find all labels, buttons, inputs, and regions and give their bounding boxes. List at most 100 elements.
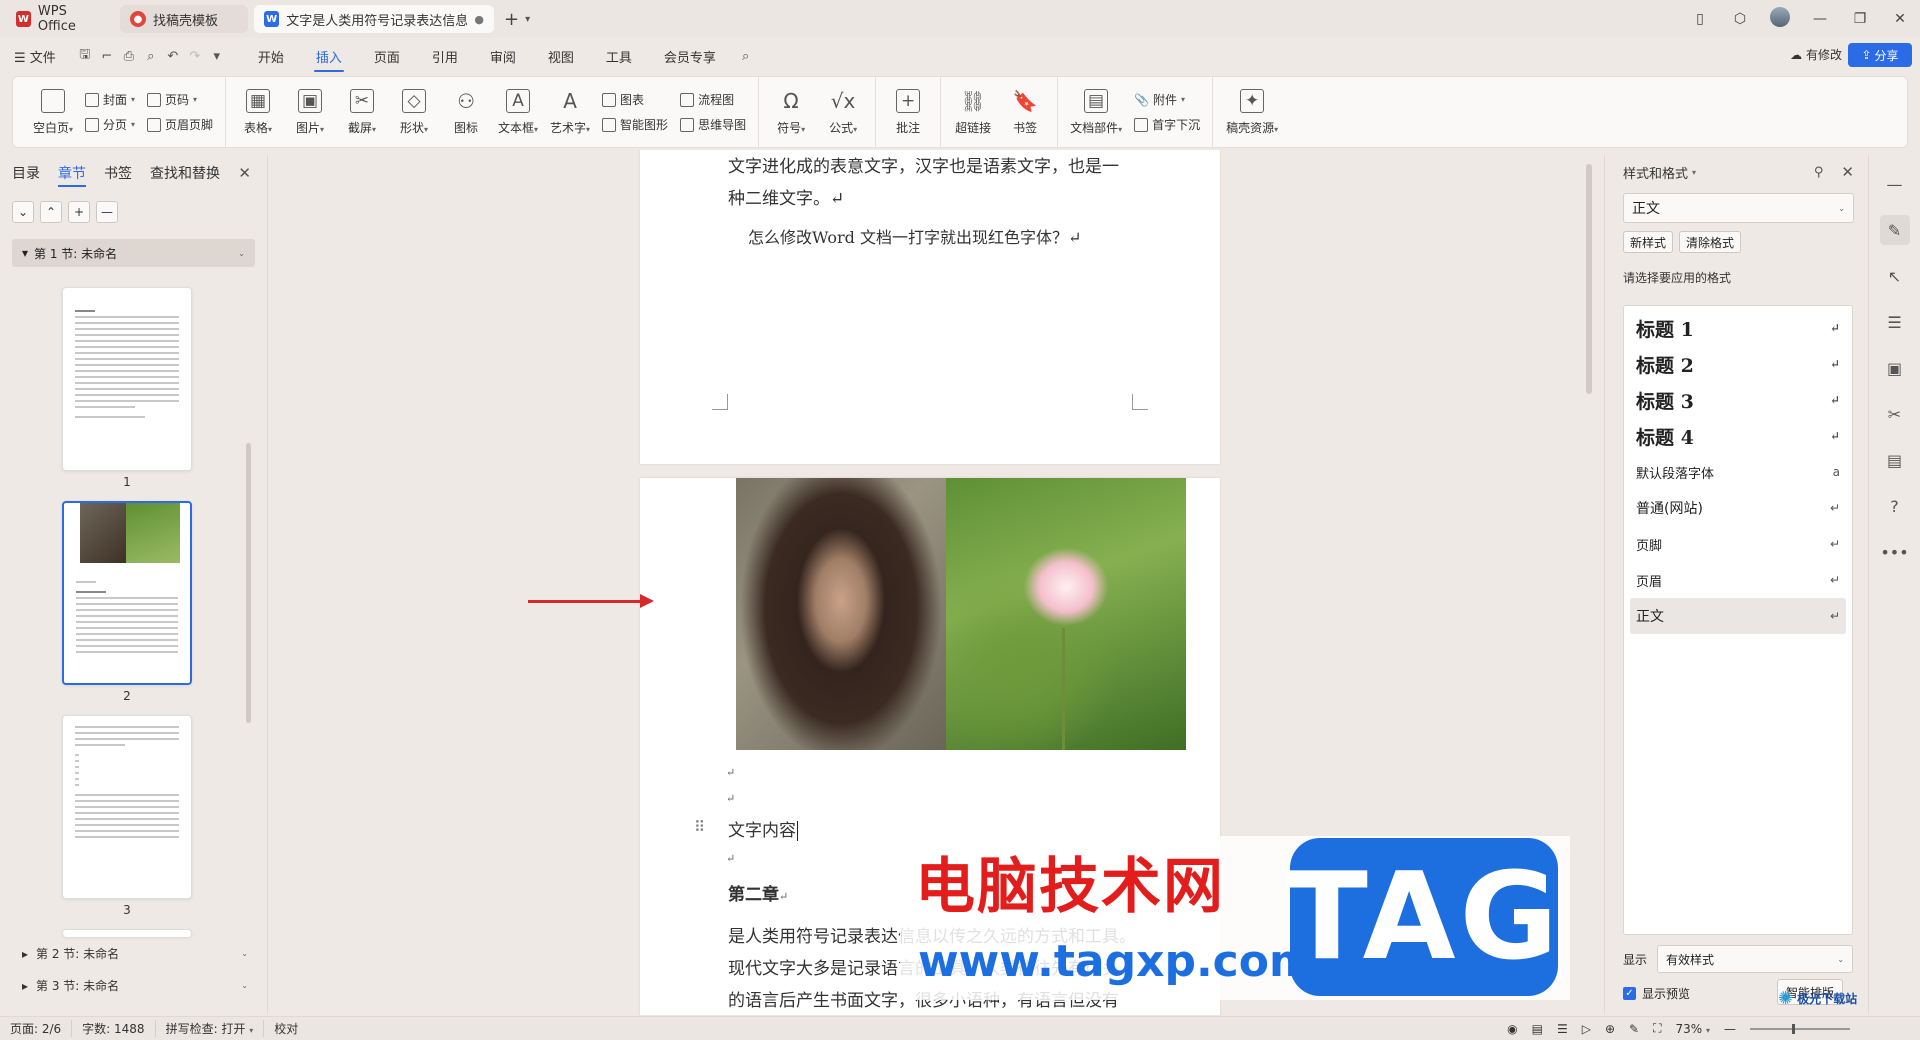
page-view-icon[interactable]: ▤ (1532, 1022, 1543, 1036)
portrait-photo[interactable] (736, 478, 946, 750)
collapse-chevron-icon[interactable]: ⌄ (12, 201, 34, 223)
section-3-header[interactable]: ▸ 第 3 节: 未命名 ⌄ (22, 977, 248, 994)
tab-toc[interactable]: 目录 (12, 157, 40, 189)
format-painter-icon[interactable]: ⌐ (96, 49, 118, 64)
collapse-icon[interactable]: — (1880, 169, 1910, 199)
style-body[interactable]: 正文 ↵ (1630, 598, 1846, 634)
doc-parts-button[interactable]: ▤ 文档部件▾ (1066, 81, 1126, 143)
bookmark-button[interactable]: 🔖 书签 (1001, 81, 1049, 143)
style-heading-2[interactable]: 标题 2 ↵ (1630, 346, 1846, 382)
restore-icon[interactable]: ❐ (1840, 11, 1880, 27)
add-section-icon[interactable]: + (68, 201, 90, 223)
formula-button[interactable]: √x 公式▾ (819, 81, 867, 143)
help-icon[interactable]: ? (1880, 491, 1910, 521)
page-thumbnail-1[interactable] (62, 287, 192, 471)
web-view-icon[interactable]: ⊕ (1605, 1022, 1615, 1036)
section-2-header[interactable]: ▸ 第 2 节: 未命名 ⌄ (22, 945, 248, 962)
layout-icon[interactable]: ▯ (1680, 11, 1720, 27)
document-page-1[interactable]: 文字进化成的表意文字，汉字也是语素文字，也是一 种二维文字。↵ 怎么修改Word… (640, 150, 1220, 464)
select-arrow-icon[interactable]: ↖ (1880, 261, 1910, 291)
zoom-slider[interactable] (1750, 1023, 1850, 1034)
spell-check[interactable]: 拼写检查: 打开 ▾ (156, 1020, 265, 1037)
tab-list-chevron-icon[interactable]: ▾ (525, 14, 530, 25)
menu-home[interactable]: 开始 (256, 41, 286, 72)
picture-button[interactable]: ▣ 图片▾ (286, 81, 334, 143)
menu-review[interactable]: 审阅 (488, 41, 518, 72)
cube-icon[interactable]: ⬡ (1720, 11, 1760, 27)
content-text[interactable]: 文字内容​ (728, 816, 798, 841)
layout-panel-icon[interactable]: ▤ (1880, 445, 1910, 475)
page-thumbnail-3[interactable] (62, 715, 192, 899)
tools-icon[interactable]: ✂ (1880, 399, 1910, 429)
drop-cap-button[interactable]: 首字下沉 (1134, 116, 1200, 133)
shape-button[interactable]: ◇ 形状▾ (390, 81, 438, 143)
user-avatar[interactable] (1760, 7, 1800, 31)
undo-icon[interactable]: ↶ (162, 49, 184, 64)
close-pane-icon[interactable]: ✕ (1841, 163, 1854, 181)
tab-template[interactable]: ● 找稿壳模板 (120, 5, 248, 33)
header-footer-button[interactable]: 页眉页脚 (147, 116, 213, 133)
read-mode-icon[interactable]: ▷ (1582, 1022, 1591, 1036)
chapter-heading[interactable]: 第二章↵ (728, 880, 788, 905)
tab-document[interactable]: W 文字是人类用符号记录表达信息以 ● (254, 5, 494, 33)
redo-icon[interactable]: ↷ (184, 49, 206, 64)
page-thumbnail-4-partial[interactable] (62, 929, 192, 937)
lotus-photo[interactable] (946, 478, 1186, 750)
unsaved-dot-icon[interactable]: ● (474, 13, 484, 26)
document-scrollbar[interactable] (1586, 164, 1592, 394)
icon-button[interactable]: ⚇ 图标 (442, 81, 490, 143)
menu-view[interactable]: 视图 (546, 41, 576, 72)
nav-scrollbar[interactable] (246, 443, 251, 723)
image-edit-icon[interactable]: ▣ (1880, 353, 1910, 383)
comment-button[interactable]: + 批注 (884, 81, 932, 143)
expand-chevron-icon[interactable]: ⌃ (40, 201, 62, 223)
adjust-sliders-icon[interactable]: ☰ (1880, 307, 1910, 337)
modified-status[interactable]: ☁ 有修改 (1790, 46, 1842, 63)
menu-insert[interactable]: 插入 (313, 41, 344, 72)
outline-view-icon[interactable]: ☰ (1557, 1022, 1568, 1036)
close-window-icon[interactable]: ✕ (1880, 11, 1920, 27)
pin-icon[interactable]: ⚲ (1814, 165, 1824, 180)
style-default-font[interactable]: 默认段落字体 a (1630, 454, 1846, 490)
symbol-button[interactable]: Ω 符号▾ (767, 81, 815, 143)
file-menu[interactable]: ☰ 文件 (14, 47, 56, 66)
style-header[interactable]: 页眉 ↵ (1630, 562, 1846, 598)
smartart-button[interactable]: 智能图形 (602, 116, 668, 133)
fit-page-icon[interactable]: ⛶ (1653, 1021, 1661, 1036)
resources-button[interactable]: ✦ 稿壳资源▾ (1221, 81, 1283, 143)
page-break-button[interactable]: 分页 ▾ (85, 116, 135, 133)
new-style-button[interactable]: 新样式 (1623, 231, 1674, 253)
body-line[interactable]: 怎么修改Word 文档一打字就出现红色字体？↵ (748, 224, 1081, 248)
style-footer[interactable]: 页脚 ↵ (1630, 526, 1846, 562)
new-tab-icon[interactable]: + (504, 9, 519, 30)
tab-sections[interactable]: 章节 (58, 157, 86, 189)
save-icon[interactable]: 🖫 (74, 45, 96, 67)
mindmap-button[interactable]: 思维导图 (680, 116, 746, 133)
styles-pane-title[interactable]: 样式和格式 (1623, 163, 1688, 182)
chart-button[interactable]: 图表 (602, 91, 668, 108)
zoom-value[interactable]: 73% ▾ (1675, 1022, 1710, 1036)
wordart-button[interactable]: A 艺术字▾ (546, 81, 594, 143)
eye-protection-icon[interactable]: ◉ (1507, 1022, 1517, 1036)
style-brush-icon[interactable]: ✎ (1879, 215, 1910, 245)
show-select[interactable]: 有效样式 ⌄ (1657, 945, 1854, 973)
word-count[interactable]: 字数: 1488 (72, 1020, 156, 1037)
share-button[interactable]: ⇪ 分享 (1848, 43, 1912, 67)
table-button[interactable]: ▦ 表格▾ (234, 81, 282, 143)
pen-icon[interactable]: ✎ (1629, 1022, 1639, 1036)
section-menu-chevron-icon[interactable]: ⌄ (238, 249, 245, 258)
section-1-header[interactable]: ▾ 第 1 节: 未命名 ⌄ (12, 239, 255, 267)
menu-references[interactable]: 引用 (430, 41, 460, 72)
search-icon[interactable]: ⌕ (742, 49, 749, 64)
screenshot-button[interactable]: ✂ 截屏▾ (338, 81, 386, 143)
style-heading-1[interactable]: 标题 1 ↵ (1630, 310, 1846, 346)
page-number-button[interactable]: 页码 ▾ (147, 91, 213, 108)
section-menu-chevron-icon[interactable]: ⌄ (241, 949, 248, 958)
menu-member[interactable]: 会员专享 (662, 41, 718, 72)
style-normal-web[interactable]: 普通(网站) ↵ (1630, 490, 1846, 526)
close-pane-icon[interactable]: ✕ (238, 164, 251, 182)
hyperlink-button[interactable]: ⛓ 超链接 (949, 81, 997, 143)
title-chevron-icon[interactable]: ▾ (1692, 168, 1696, 177)
textbox-button[interactable]: A 文本框▾ (494, 81, 542, 143)
body-line[interactable]: 种二维文字。↵ (728, 184, 844, 209)
